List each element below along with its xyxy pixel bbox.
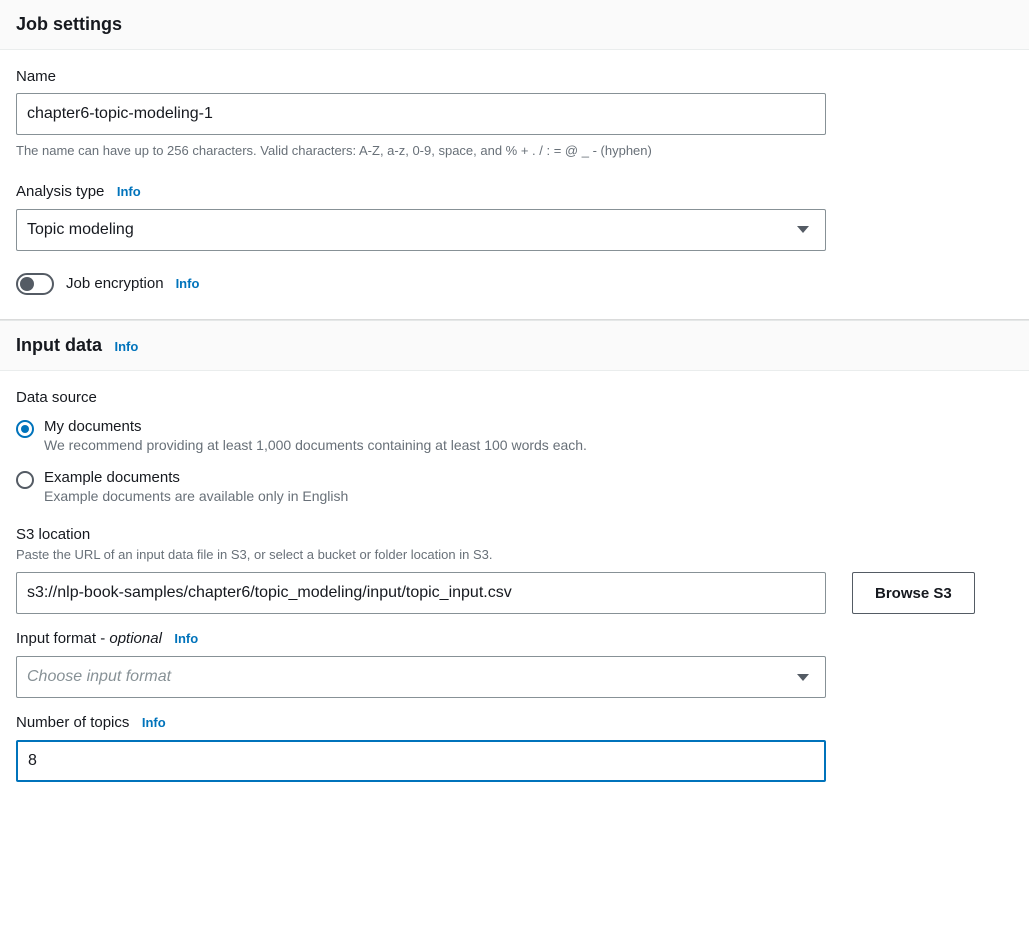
job-encryption-toggle[interactable] (16, 273, 54, 295)
num-topics-input[interactable] (16, 740, 826, 782)
radio-example-documents[interactable] (16, 471, 34, 489)
s3-location-input[interactable] (16, 572, 826, 614)
job-settings-title: Job settings (16, 14, 122, 34)
num-topics-info-link[interactable]: Info (142, 715, 166, 730)
data-source-label: Data source (16, 389, 1013, 406)
job-settings-header: Job settings (0, 0, 1029, 50)
analysis-type-selected: Topic modeling (27, 221, 134, 239)
num-topics-label: Number of topics (16, 714, 129, 731)
radio-example-documents-label: Example documents (44, 469, 348, 486)
s3-location-helper: Paste the URL of an input data file in S… (16, 545, 826, 565)
job-encryption-label: Job encryption (66, 275, 164, 292)
radio-example-documents-helper: Example documents are available only in … (44, 488, 348, 504)
radio-row-example-documents[interactable]: Example documents Example documents are … (16, 469, 1013, 504)
s3-location-label: S3 location (16, 526, 1013, 543)
caret-down-icon (797, 226, 809, 233)
radio-my-documents[interactable] (16, 420, 34, 438)
radio-my-documents-helper: We recommend providing at least 1,000 do… (44, 437, 587, 453)
s3-location-block: S3 location Paste the URL of an input da… (16, 526, 1013, 615)
analysis-type-block: Analysis type Info Topic modeling (16, 183, 1013, 251)
radio-row-my-documents[interactable]: My documents We recommend providing at l… (16, 418, 1013, 453)
num-topics-block: Number of topics Info (16, 714, 1013, 782)
input-format-block: Input format - optional Info Choose inpu… (16, 630, 1013, 698)
input-format-label: Input format - optional (16, 630, 162, 647)
radio-my-documents-label: My documents (44, 418, 587, 435)
input-format-info-link[interactable]: Info (174, 631, 198, 646)
name-helper: The name can have up to 256 characters. … (16, 141, 826, 161)
analysis-type-label: Analysis type (16, 183, 104, 200)
input-data-body: Data source My documents We recommend pr… (0, 371, 1029, 805)
name-label: Name (16, 68, 1013, 85)
data-source-block: Data source My documents We recommend pr… (16, 389, 1013, 504)
browse-s3-button[interactable]: Browse S3 (852, 572, 975, 614)
analysis-type-select[interactable]: Topic modeling (16, 209, 826, 251)
input-data-info-link[interactable]: Info (114, 339, 138, 354)
job-encryption-row: Job encryption Info (16, 273, 1013, 295)
name-input[interactable] (16, 93, 826, 135)
input-format-placeholder: Choose input format (27, 668, 171, 686)
caret-down-icon (797, 674, 809, 681)
job-settings-body: Name The name can have up to 256 charact… (0, 50, 1029, 317)
input-format-select[interactable]: Choose input format (16, 656, 826, 698)
name-field-block: Name The name can have up to 256 charact… (16, 68, 1013, 161)
analysis-type-info-link[interactable]: Info (117, 184, 141, 199)
toggle-knob-icon (20, 277, 34, 291)
input-data-header: Input data Info (0, 321, 1029, 371)
job-encryption-info-link[interactable]: Info (176, 276, 200, 291)
input-data-title: Input data (16, 335, 102, 355)
